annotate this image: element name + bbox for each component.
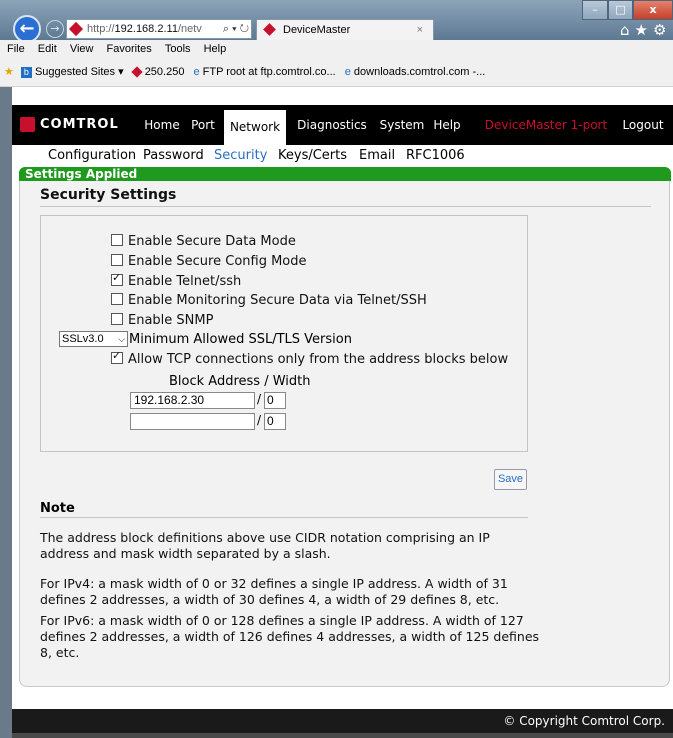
block-address-input-2[interactable] [130,413,255,430]
ie-page-icon: e [344,66,351,78]
subnav-rfc1006[interactable]: RFC1006 [406,145,465,167]
block-address-header: Block Address / Width [169,374,311,389]
favorites-bar: ★ b Suggested Sites ▾ 250.250 e FTP root a… [0,59,673,87]
nav-port[interactable]: Port [186,105,220,145]
ssl-select-label: Minimum Allowed SSL/TLS Version [129,332,352,347]
subnav-email[interactable]: Email [359,145,395,167]
back-button[interactable]: ← [13,15,41,43]
tab-title: DeviceMaster [283,24,351,36]
option-snmp[interactable]: Enable SNMP [111,313,213,328]
block-address-input-1[interactable]: 192.168.2.30 [130,392,255,409]
nav-help[interactable]: Help [430,105,464,145]
menu-tools[interactable]: Tools [165,43,191,55]
ssl-select-value: SSLv3.0 [62,333,104,345]
note-paragraph-ipv6: For IPv6: a mask width of 0 or 128 defin… [40,613,540,660]
block-width-input-1[interactable]: 0 [264,392,286,409]
checkbox-checked[interactable] [111,349,123,364]
checkbox[interactable] [111,293,123,305]
chevron-down-icon: ⌵ [118,334,125,344]
option-label: Enable Secure Data Mode [128,234,296,249]
settings-applied-banner: Settings Applied [19,167,671,181]
checkbox[interactable] [111,234,123,246]
option-label: Allow TCP connections only from the addr… [128,352,509,367]
subnav-password[interactable]: Password [143,145,204,167]
comtrol-logo: COMTROL [20,117,119,132]
device-name: DeviceMaster 1-port [484,118,608,132]
home-favorites-settings-icon[interactable]: ⌂★⚙ [620,21,671,39]
nav-system[interactable]: System [376,105,428,145]
comtrol-fav-icon [131,66,143,78]
save-button[interactable]: Save [494,469,527,490]
maximize-button[interactable]: □ [608,0,633,20]
favorites-star-icon[interactable]: ★ [4,66,14,78]
block-width-input-2[interactable]: 0 [264,413,286,430]
fav-ip[interactable]: 250.250 [145,66,185,78]
site-favicon-icon [68,21,84,37]
checkbox-checked[interactable] [111,271,123,286]
subnav-security[interactable]: Security [214,145,267,167]
subnav-keys-certs[interactable]: Keys/Certs [278,145,347,167]
tab-favicon-icon [263,23,276,36]
option-label: Enable Monitoring Secure Data via Telnet… [128,293,427,308]
nav-network[interactable]: Network [224,110,286,145]
url-host: 192.168.2.11 [114,23,178,35]
slash-separator: / [257,413,262,427]
forward-button[interactable]: → [46,20,64,38]
section-title: Security Settings [40,187,177,203]
note-paragraph-cidr: The address block definitions above use … [40,530,490,561]
nav-diagnostics[interactable]: Diagnostics [290,105,374,145]
browser-tab-devicemaster[interactable]: DeviceMaster × [256,19,434,40]
browser-title-bar: ← → http://192.168.2.11/netv ⌕ ▾ ↻ Devic… [0,0,673,43]
search-refresh-icon[interactable]: ⌕ ▾ ↻ [219,20,249,38]
section-divider [40,206,651,207]
checkbox[interactable] [111,313,123,325]
address-bar[interactable]: http://192.168.2.11/netv ⌕ ▾ ↻ [66,19,252,39]
menu-view[interactable]: View [70,43,94,55]
menu-edit[interactable]: Edit [38,43,57,55]
note-divider [40,517,528,518]
option-monitoring-secure-data[interactable]: Enable Monitoring Secure Data via Telnet… [111,293,427,308]
note-title: Note [40,501,75,516]
url-prefix: http:// [87,23,115,35]
option-telnet-ssh[interactable]: Enable Telnet/ssh [111,271,242,289]
option-secure-data-mode[interactable]: Enable Secure Data Mode [111,234,296,249]
suggested-sites-icon: b [20,66,32,78]
fav-downloads[interactable]: downloads.comtrol.com -... [354,66,485,78]
option-label: Enable Telnet/ssh [128,274,242,289]
fav-suggested-sites[interactable]: Suggested Sites ▾ [35,66,124,78]
menu-help[interactable]: Help [204,43,227,55]
window-close-button[interactable]: x [633,0,673,20]
checkbox[interactable] [111,254,123,266]
minimize-button[interactable]: – [582,0,608,20]
footer-bottom-strip [12,733,673,738]
option-label: Enable Secure Config Mode [128,254,307,269]
option-secure-config-mode[interactable]: Enable Secure Config Mode [111,254,307,269]
fav-ftp[interactable]: FTP root at ftp.comtrol.co... [203,66,336,78]
ie-page-icon: e [193,66,200,78]
page-viewport: COMTROL Home Port Network Diagnostics Sy… [12,87,673,738]
slash-separator: / [257,392,262,406]
sub-nav: Configuration Password Security Keys/Cer… [12,145,673,167]
logo-text: COMTROL [40,117,119,132]
menu-file[interactable]: File [7,43,25,55]
top-nav: COMTROL Home Port Network Diagnostics Sy… [12,105,673,145]
url-rest: /netv [177,23,202,35]
nav-logout[interactable]: Logout [618,105,668,145]
menu-bar: File Edit View Favorites Tools Help [0,40,673,59]
option-allow-tcp-blocks[interactable]: Allow TCP connections only from the addr… [111,349,509,367]
tab-close-icon[interactable]: × [417,20,423,40]
note-paragraph-ipv4: For IPv4: a mask width of 0 or 32 define… [40,576,508,607]
option-label: Enable SNMP [128,313,214,328]
nav-home[interactable]: Home [140,105,184,145]
menu-favorites[interactable]: Favorites [107,43,152,55]
comtrol-logo-icon [20,117,35,132]
subnav-configuration[interactable]: Configuration [48,145,136,167]
ssl-version-select[interactable]: SSLv3.0 ⌵ [59,331,128,347]
